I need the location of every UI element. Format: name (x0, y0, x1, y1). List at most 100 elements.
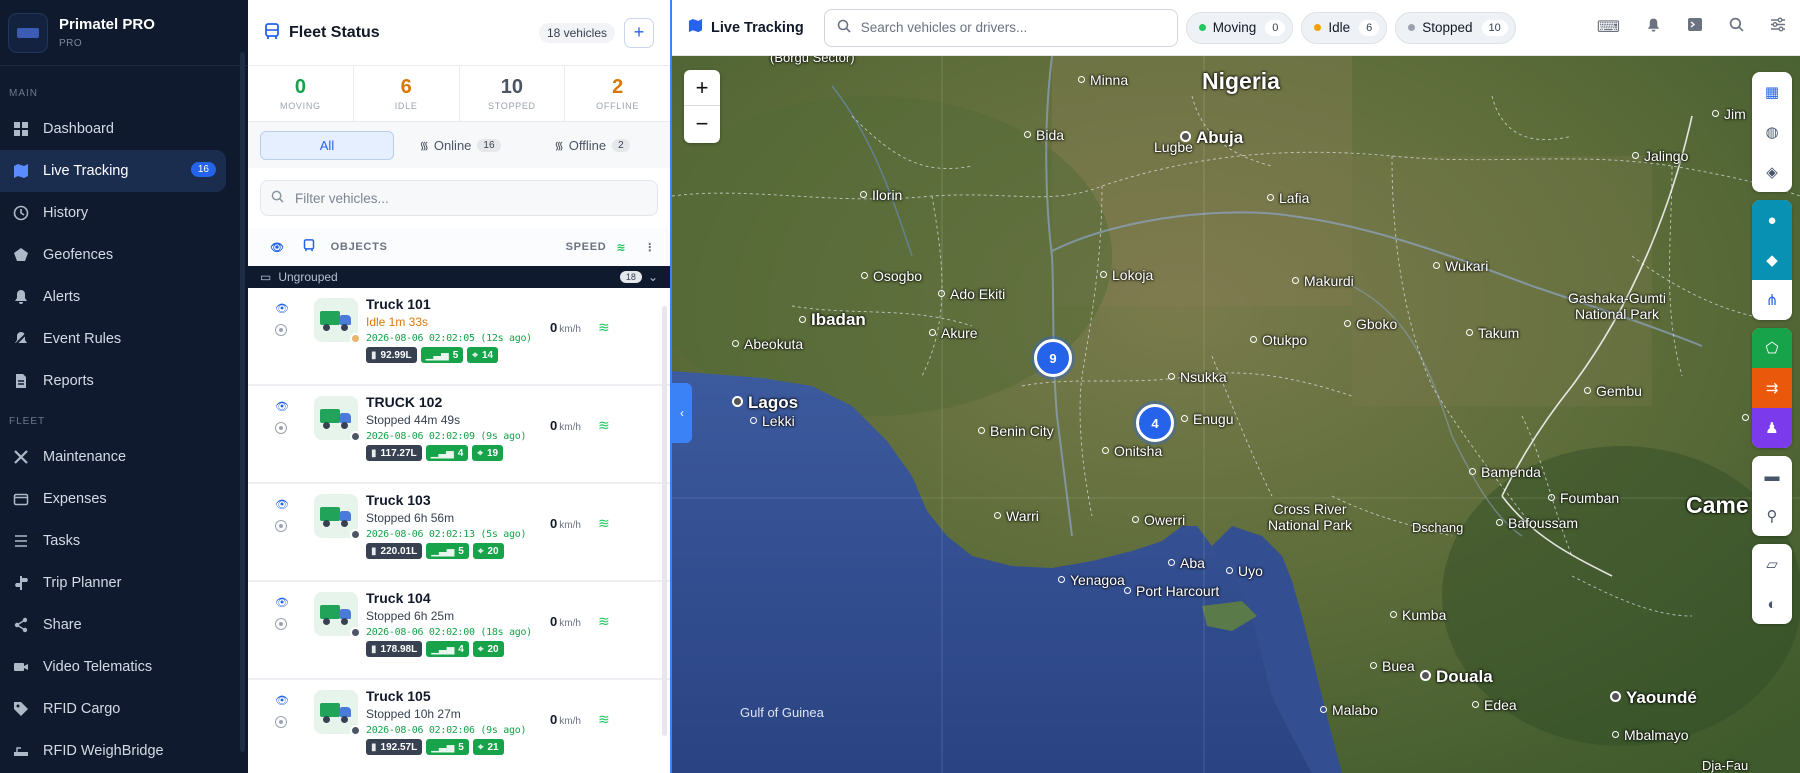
tag-icon[interactable]: ◆ (1752, 240, 1792, 280)
fuel-chip: ▮ 192.57L (366, 739, 423, 755)
group-ungrouped[interactable]: ▭ Ungrouped 18 ⌄ (248, 266, 670, 288)
more-vertical-icon[interactable]: ⋮ (644, 241, 656, 254)
walking-icon[interactable]: ⚲ (1752, 496, 1792, 536)
clock-icon (12, 204, 30, 222)
map-label: Jalingo (1632, 148, 1688, 164)
status-dot (1198, 24, 1206, 31)
vehicle-name: TRUCK 102 (366, 394, 443, 410)
eye-icon[interactable]: 👁 (275, 400, 289, 413)
map-view-icon[interactable]: ▦ (1752, 72, 1792, 112)
locate-icon[interactable] (275, 520, 287, 532)
sliders-icon[interactable] (1770, 17, 1786, 38)
brand-sub: PRO (59, 38, 83, 49)
status-pill-moving[interactable]: Moving 0 (1185, 11, 1294, 44)
zoom-in-button[interactable]: + (684, 70, 720, 106)
vehicle-row[interactable]: 👁 Truck 101 Idle 1m 33s 2026-08-06 02:02:05… (248, 288, 670, 386)
pentagon-icon[interactable]: ⬠ (1752, 328, 1792, 368)
locate-icon[interactable] (275, 324, 287, 336)
bus-icon (303, 239, 315, 255)
map-label: Buea (1370, 658, 1415, 674)
filter-vehicles-input[interactable]: Filter vehicles... (260, 180, 658, 216)
pill-count: 10 (1481, 19, 1508, 36)
vehicle-cluster[interactable]: 4 (1136, 404, 1174, 442)
translate-icon[interactable]: ⌨ (1597, 17, 1620, 38)
vehicle-row[interactable]: 👁 Truck 105 Stopped 10h 27m 2026-08-06 02:0… (248, 680, 670, 758)
sidebar-item-reports[interactable]: Reports (0, 360, 226, 402)
pill-count: 6 (1359, 19, 1380, 36)
tab-all[interactable]: All (260, 130, 394, 160)
page-title: Live Tracking (711, 19, 804, 36)
map-canvas[interactable] (672, 56, 1800, 773)
sidebar-item-live-tracking[interactable]: Live Tracking 16 (0, 150, 226, 192)
column-speed[interactable]: SPEED (566, 241, 607, 253)
stat-stopped[interactable]: 10 STOPPED (460, 66, 566, 121)
add-vehicle-button[interactable]: + (624, 17, 654, 48)
map-label: Bida (1024, 127, 1064, 143)
sidebar-item-share[interactable]: Share (0, 604, 226, 646)
sidebar-item-tasks[interactable]: Tasks (0, 520, 226, 562)
sidebar-item-event-rules[interactable]: Event Rules (0, 318, 226, 360)
sidebar-item-label: Live Tracking (43, 163, 129, 179)
tab-online[interactable]: ᯾ Online 16 (394, 131, 526, 160)
chevron-down-icon[interactable]: ⌄ (648, 270, 658, 284)
search-icon[interactable] (1729, 17, 1744, 38)
status-dot (350, 529, 361, 540)
vehicle-row[interactable]: 👁 Truck 103 Stopped 6h 56m 2026-08-06 02:02… (248, 484, 670, 582)
sidebar-item-alerts[interactable]: Alerts (0, 276, 226, 318)
stat-offline[interactable]: 2 OFFLINE (565, 66, 670, 121)
stat-moving[interactable]: 0 MOVING (248, 66, 354, 121)
speed-value: 0 (550, 712, 558, 727)
satellite-value: 14 (481, 349, 494, 361)
zoom-out-button[interactable]: − (684, 106, 720, 142)
collapse-panel-button[interactable]: ‹ (672, 383, 692, 443)
signpost-icon[interactable]: ⇉ (1752, 368, 1792, 408)
locate-icon[interactable] (275, 422, 287, 434)
bell-icon[interactable] (1646, 17, 1661, 38)
vehicle-cluster[interactable]: 9 (1034, 339, 1072, 377)
vehicle-list-scrollbar[interactable] (662, 306, 667, 736)
location-pin-icon[interactable]: ● (1752, 200, 1792, 240)
layers-icon[interactable]: ◈ (1752, 152, 1792, 192)
locate-icon[interactable] (275, 716, 287, 728)
locate-icon[interactable] (275, 618, 287, 630)
vehicle-timestamp: 2026-08-06 02:02:06 (9s ago) (366, 725, 527, 736)
eye-icon[interactable]: 👁 (275, 694, 289, 707)
map-label: Ilorin (860, 187, 902, 203)
sidebar-item-video-telematics[interactable]: Video Telematics (0, 646, 226, 688)
vehicle-row[interactable]: 👁 Truck 104 Stopped 6h 25m 2026-08-06 02:02… (248, 582, 670, 680)
sidebar-item-rfid-cargo[interactable]: RFID Cargo (0, 688, 226, 730)
map-label: Bafoussam (1496, 515, 1578, 531)
ruler-icon[interactable]: ▱ (1752, 544, 1792, 584)
stat-label: STOPPED (488, 101, 536, 111)
vehicle-row[interactable]: 👁 TRUCK 102 Stopped 44m 49s 2026-08-06 02:0… (248, 386, 670, 484)
eye-icon[interactable]: 👁 (275, 302, 289, 315)
search-input[interactable]: Search vehicles or drivers... (823, 8, 1178, 47)
map-label: Abeokuta (732, 336, 803, 352)
live-tracking-badge: 16 (190, 162, 216, 177)
sidebar-item-rfid-weighbridge[interactable]: RFID WeighBridge (0, 730, 226, 772)
column-objects[interactable]: OBJECTS (331, 241, 388, 253)
eye-icon[interactable]: 👁 (275, 596, 289, 609)
sidebar-item-label: Trip Planner (43, 575, 122, 591)
status-pill-stopped[interactable]: Stopped 10 (1395, 11, 1516, 44)
tab-offline[interactable]: ᯾ Offline 2 (526, 131, 658, 160)
person-pin-icon[interactable]: ♟ (1752, 408, 1792, 448)
terminal-icon[interactable] (1687, 17, 1703, 38)
status-pill-idle[interactable]: Idle 6 (1301, 11, 1388, 44)
sidebar-item-dashboard[interactable]: Dashboard (0, 108, 226, 150)
network-icon[interactable]: ⋔ (1752, 280, 1792, 320)
sidebar-scrollbar[interactable] (240, 52, 245, 752)
globe-icon[interactable]: ◍ (1752, 112, 1792, 152)
eye-icon[interactable]: 👁 (275, 498, 289, 511)
fullscreen-icon[interactable]: ◐ (1752, 584, 1792, 624)
sidebar-item-maintenance[interactable]: Maintenance (0, 436, 226, 478)
sidebar-item-expenses[interactable]: Expenses (0, 478, 226, 520)
sidebar-item-trip-planner[interactable]: Trip Planner (0, 562, 226, 604)
car-icon[interactable]: ▬ (1752, 456, 1792, 496)
brand[interactable]: Primatel PRO PRO (0, 0, 248, 66)
stat-idle[interactable]: 6 IDLE (354, 66, 460, 121)
pill-label: Idle (1328, 20, 1351, 35)
eye-icon[interactable]: 👁 (270, 241, 285, 254)
sidebar-item-history[interactable]: History (0, 192, 226, 234)
sidebar-item-geofences[interactable]: Geofences (0, 234, 226, 276)
